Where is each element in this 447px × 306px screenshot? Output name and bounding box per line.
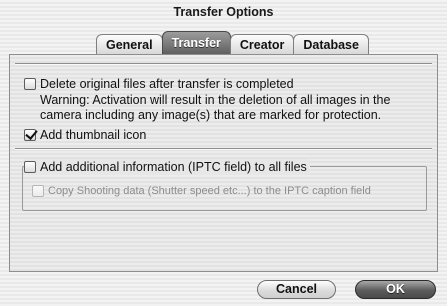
add-thumbnail-option[interactable]: Add thumbnail icon <box>24 127 146 143</box>
window-title: Transfer Options <box>173 5 274 19</box>
delete-original-label: Delete original files after transfer is … <box>40 77 294 91</box>
delete-original-checkbox[interactable] <box>24 78 36 90</box>
delete-original-option[interactable]: Delete original files after transfer is … <box>24 76 294 92</box>
separator-middle <box>15 148 432 150</box>
warning-line-2: camera including any image(s) that are m… <box>40 108 382 122</box>
tab-creator[interactable]: Creator <box>229 34 295 54</box>
copy-shooting-data-checkbox[interactable] <box>32 185 44 197</box>
warning-line-1: Warning: Activation will result in the d… <box>40 93 391 107</box>
ok-button[interactable]: OK <box>355 280 436 299</box>
tab-transfer[interactable]: Transfer <box>161 31 231 54</box>
add-iptc-option[interactable]: Add additional information (IPTC field) … <box>24 159 310 175</box>
add-iptc-label: Add additional information (IPTC field) … <box>40 160 307 174</box>
separator-top <box>15 63 432 65</box>
tab-database[interactable]: Database <box>293 34 369 54</box>
add-thumbnail-checkbox[interactable] <box>24 129 36 141</box>
copy-shooting-data-option[interactable]: Copy Shooting data (Shutter speed etc...… <box>32 183 371 199</box>
cancel-button[interactable]: Cancel <box>257 280 336 299</box>
add-thumbnail-label: Add thumbnail icon <box>40 128 147 142</box>
copy-shooting-data-label: Copy Shooting data (Shutter speed etc...… <box>48 185 371 197</box>
tab-general[interactable]: General <box>96 34 163 54</box>
transfer-tab-panel: Delete original files after transfer is … <box>9 54 438 272</box>
add-iptc-checkbox[interactable] <box>24 161 36 173</box>
transfer-options-window: Transfer Options General Transfer Creato… <box>0 0 447 306</box>
tab-bar: General Transfer Creator Database <box>96 30 369 54</box>
